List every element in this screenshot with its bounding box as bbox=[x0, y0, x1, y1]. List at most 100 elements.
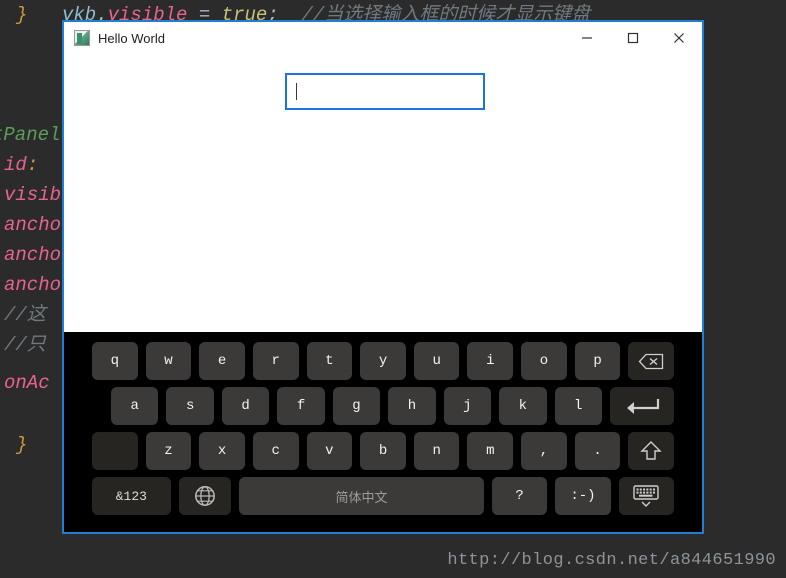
keyboard-row-2: as d f g h j k l bbox=[92, 387, 674, 425]
application-client-area bbox=[64, 54, 702, 332]
code-line: tPanel bbox=[0, 120, 60, 150]
key-blank[interactable] bbox=[92, 432, 138, 470]
app-icon bbox=[74, 30, 90, 46]
key-h[interactable]: h bbox=[388, 387, 436, 425]
minimize-icon bbox=[581, 32, 593, 44]
key-l[interactable]: l bbox=[554, 387, 602, 425]
key-p-label: p bbox=[593, 353, 602, 369]
code-line: //只 bbox=[4, 330, 46, 360]
key-f-label: f bbox=[296, 398, 306, 414]
code-token: id bbox=[4, 154, 27, 176]
application-window: Hello World qwertyuiopas d f g h j k l z… bbox=[62, 20, 704, 534]
key-l-label: l bbox=[574, 398, 583, 414]
key-z[interactable]: z bbox=[145, 432, 192, 470]
key-s[interactable]: s bbox=[166, 387, 214, 425]
key-d-label: d bbox=[241, 398, 250, 414]
key-y[interactable]: y bbox=[360, 342, 406, 380]
key-r[interactable]: r bbox=[252, 342, 299, 380]
code-line: id: bbox=[4, 150, 38, 180]
key-h-label: h bbox=[407, 398, 417, 414]
key-b-label: b bbox=[378, 443, 388, 459]
close-button[interactable] bbox=[656, 22, 702, 54]
key-f[interactable]: f bbox=[277, 387, 325, 425]
close-icon bbox=[673, 32, 685, 44]
key-j[interactable]: j bbox=[443, 387, 492, 425]
key-i-label: i bbox=[486, 353, 495, 369]
code-token: : bbox=[26, 154, 39, 176]
hide-keyboard-icon bbox=[631, 483, 661, 509]
key-u[interactable]: u bbox=[413, 342, 460, 380]
key-g-label: g bbox=[352, 398, 361, 414]
keyboard-row-1: qwertyuiop bbox=[92, 342, 675, 380]
key-u-label: u bbox=[432, 353, 441, 369]
key-space-label: 简体中文 bbox=[335, 489, 388, 505]
virtual-keyboard: q w e r t y u i o p a s d f g h j k l z x c v b n m,. &123 简体中文? :-) bbox=[64, 332, 702, 532]
watermark-url: http://blog.csdn.net/a844651990 bbox=[447, 551, 776, 570]
key-w[interactable]: w bbox=[145, 342, 192, 380]
code-token: //这 bbox=[4, 304, 46, 326]
key-o[interactable]: o bbox=[521, 342, 567, 380]
text-input-field[interactable] bbox=[285, 73, 485, 110]
key-j-label: j bbox=[463, 398, 472, 414]
key-c-label: c bbox=[271, 443, 280, 459]
globe-icon bbox=[193, 484, 217, 508]
key-k-label: k bbox=[518, 398, 527, 414]
code-token: tPanel bbox=[0, 124, 61, 146]
key-e-label: e bbox=[217, 353, 227, 369]
key-enter[interactable] bbox=[609, 387, 674, 425]
key-emoticon[interactable]: :-) bbox=[555, 477, 611, 515]
shift-up-arrow-icon bbox=[640, 440, 662, 462]
backspace-icon bbox=[638, 353, 664, 370]
key-backspace[interactable] bbox=[628, 342, 675, 380]
code-line: } bbox=[16, 0, 27, 30]
key-i[interactable]: i bbox=[467, 342, 514, 380]
key-emoticon-label: :-) bbox=[570, 488, 596, 504]
key-a[interactable]: a bbox=[111, 387, 159, 425]
key-x-label: x bbox=[217, 443, 227, 459]
key-b[interactable]: b bbox=[360, 432, 406, 470]
code-token: } bbox=[16, 434, 28, 456]
enter-icon bbox=[622, 397, 662, 415]
key-e[interactable]: e bbox=[199, 342, 245, 380]
key-q[interactable]: q bbox=[92, 342, 138, 380]
key-question-label: ? bbox=[515, 488, 524, 504]
keyboard-row-3: z x c v b n m,. bbox=[92, 432, 675, 470]
key-hide-keyboard[interactable] bbox=[618, 477, 674, 515]
key-z-label: z bbox=[164, 443, 173, 459]
key-language[interactable] bbox=[178, 477, 232, 515]
key-m[interactable]: m bbox=[467, 432, 514, 470]
key-period[interactable]: . bbox=[574, 432, 621, 470]
key-o-label: o bbox=[539, 353, 549, 369]
key-r-label: r bbox=[271, 353, 280, 369]
key-m-label: m bbox=[486, 443, 495, 459]
key-n-label: n bbox=[432, 443, 441, 459]
key-n[interactable]: n bbox=[413, 432, 460, 470]
text-caret bbox=[296, 83, 297, 100]
key-t-label: t bbox=[325, 353, 334, 369]
code-token: onAc bbox=[4, 372, 50, 394]
code-line: onAc bbox=[4, 368, 50, 398]
key-symbols[interactable]: &123 bbox=[92, 477, 171, 515]
code-line: //这 bbox=[4, 300, 46, 330]
key-x[interactable]: x bbox=[199, 432, 245, 470]
minimize-button[interactable] bbox=[564, 22, 610, 54]
key-d[interactable]: d bbox=[221, 387, 270, 425]
key-question[interactable]: ? bbox=[491, 477, 548, 515]
maximize-icon bbox=[627, 32, 639, 44]
key-period-label: . bbox=[593, 443, 602, 459]
key-q-label: q bbox=[110, 353, 120, 369]
key-v-label: v bbox=[325, 443, 334, 459]
key-v[interactable]: v bbox=[306, 432, 353, 470]
key-space[interactable]: 简体中文 bbox=[239, 477, 484, 515]
key-g[interactable]: g bbox=[332, 387, 381, 425]
key-p[interactable]: p bbox=[574, 342, 621, 380]
key-shift[interactable] bbox=[628, 432, 675, 470]
key-t[interactable]: t bbox=[306, 342, 353, 380]
key-c[interactable]: c bbox=[252, 432, 299, 470]
code-token: } bbox=[16, 4, 28, 26]
key-k[interactable]: k bbox=[499, 387, 547, 425]
key-y-label: y bbox=[378, 353, 388, 369]
key-symbols-label: &123 bbox=[115, 488, 147, 504]
maximize-button[interactable] bbox=[610, 22, 656, 54]
key-comma[interactable]: , bbox=[521, 432, 567, 470]
